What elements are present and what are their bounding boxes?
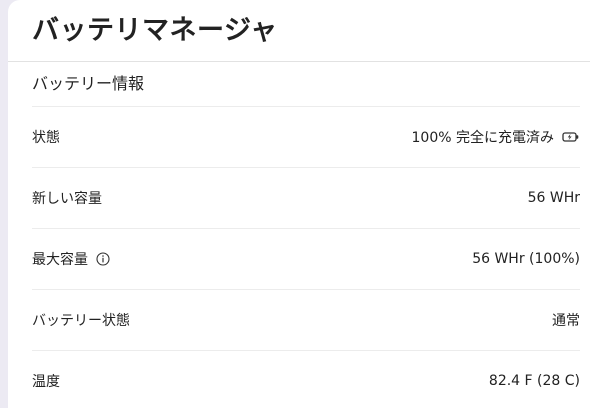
row-value-container: 100% 完全に充電済み <box>412 127 580 147</box>
row-label: バッテリー状態 <box>32 313 130 329</box>
row-label: 温度 <box>32 374 60 390</box>
row-temperature: 温度 82.4 F (28 C) <box>32 351 580 408</box>
row-value: 通常 <box>552 313 580 329</box>
row-battery-health: バッテリー状態 通常 <box>32 290 580 351</box>
row-label: 状態 <box>32 130 60 146</box>
title-bar: バッテリマネージャ <box>8 0 590 62</box>
row-value: 56 WHr <box>527 190 580 206</box>
row-new-capacity: 新しい容量 56 WHr <box>32 168 580 229</box>
battery-manager-window: バッテリマネージャ バッテリー情報 状態 100% 完全に充電済み 新しい容量 … <box>8 0 590 408</box>
row-value: 100% 完全に充電済み <box>411 130 554 146</box>
battery-charging-icon <box>562 131 580 143</box>
info-circle-icon[interactable] <box>96 252 110 266</box>
row-value: 82.4 F (28 C) <box>488 373 580 389</box>
battery-info-section: バッテリー情報 状態 100% 完全に充電済み 新しい容量 56 WHr 最大容… <box>8 62 590 408</box>
row-label-container: 最大容量 <box>32 249 110 269</box>
row-label: 最大容量 <box>32 252 88 268</box>
section-header: バッテリー情報 <box>32 62 580 107</box>
row-max-capacity: 最大容量 56 WHr (100%) <box>32 229 580 290</box>
row-status: 状態 100% 完全に充電済み <box>32 107 580 168</box>
row-value: 56 WHr (100%) <box>472 251 580 267</box>
row-label: 新しい容量 <box>32 191 102 207</box>
app-title: バッテリマネージャ <box>32 15 278 46</box>
